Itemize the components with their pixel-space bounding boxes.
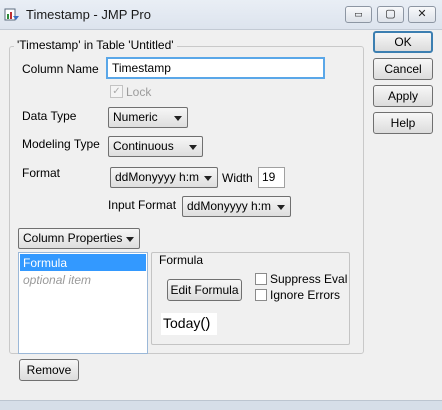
window-bottom-edge (0, 400, 442, 410)
lock-checkbox[interactable]: ✓ (110, 85, 123, 98)
format-value: ddMonyyyy h:m (115, 170, 200, 184)
formula-panel-title: Formula (157, 253, 206, 267)
format-select[interactable]: ddMonyyyy h:m (110, 167, 218, 188)
chevron-down-icon (174, 116, 182, 121)
column-properties-list[interactable]: Formula optional item (18, 252, 148, 354)
minimize-icon: ▭ (354, 9, 363, 19)
window-title: Timestamp - JMP Pro (26, 7, 151, 22)
minimize-button[interactable]: ▭ (345, 6, 372, 23)
apply-button[interactable]: Apply (373, 85, 433, 107)
suppress-eval-label: Suppress Eval (270, 272, 348, 286)
maximize-button[interactable]: ▢ (377, 6, 404, 23)
modeling-type-label: Modeling Type (22, 137, 100, 151)
formula-function-name: Today (163, 315, 201, 331)
format-label: Format (22, 166, 61, 180)
chevron-down-icon (277, 205, 285, 210)
width-input[interactable]: 19 (258, 167, 285, 188)
cancel-button[interactable]: Cancel (373, 58, 433, 80)
ignore-errors-label: Ignore Errors (270, 288, 341, 302)
chevron-down-icon (189, 145, 197, 150)
list-item[interactable]: Formula (20, 254, 146, 271)
data-type-select[interactable]: Numeric (108, 107, 188, 128)
data-type-label: Data Type (22, 109, 77, 123)
chevron-down-icon (126, 237, 134, 242)
chevron-down-icon (204, 176, 212, 181)
edit-formula-button[interactable]: Edit Formula (167, 279, 242, 301)
data-type-value: Numeric (113, 110, 158, 124)
list-item[interactable]: optional item (23, 273, 91, 287)
modeling-type-value: Continuous (113, 139, 174, 153)
column-name-label: Column Name (22, 62, 99, 76)
maximize-icon: ▢ (385, 8, 396, 20)
input-format-select[interactable]: ddMonyyyy h:m (182, 196, 291, 217)
width-label: Width (222, 171, 253, 185)
jmp-app-icon (4, 8, 19, 21)
check-icon: ✓ (112, 86, 121, 97)
close-icon: ✕ (417, 8, 427, 20)
formula-expression[interactable]: Today() (161, 313, 217, 335)
modeling-type-select[interactable]: Continuous (108, 136, 203, 157)
ok-button[interactable]: OK (373, 31, 433, 53)
suppress-eval-checkbox[interactable] (255, 273, 267, 285)
input-format-label: Input Format (108, 198, 177, 212)
help-button[interactable]: Help (373, 112, 433, 134)
formula-parens: () (200, 315, 211, 332)
column-properties-select[interactable]: Column Properties (18, 228, 140, 249)
group-title: 'Timestamp' in Table 'Untitled' (14, 38, 177, 52)
input-format-value: ddMonyyyy h:m (187, 199, 272, 213)
title-bar: Timestamp - JMP Pro ▭ ▢ ✕ (0, 0, 442, 30)
lock-label: Lock (126, 85, 152, 99)
column-properties-label: Column Properties (23, 231, 123, 245)
ignore-errors-checkbox[interactable] (255, 289, 267, 301)
column-name-input[interactable]: Timestamp (106, 57, 325, 79)
remove-button[interactable]: Remove (19, 359, 79, 381)
close-button[interactable]: ✕ (408, 6, 436, 23)
